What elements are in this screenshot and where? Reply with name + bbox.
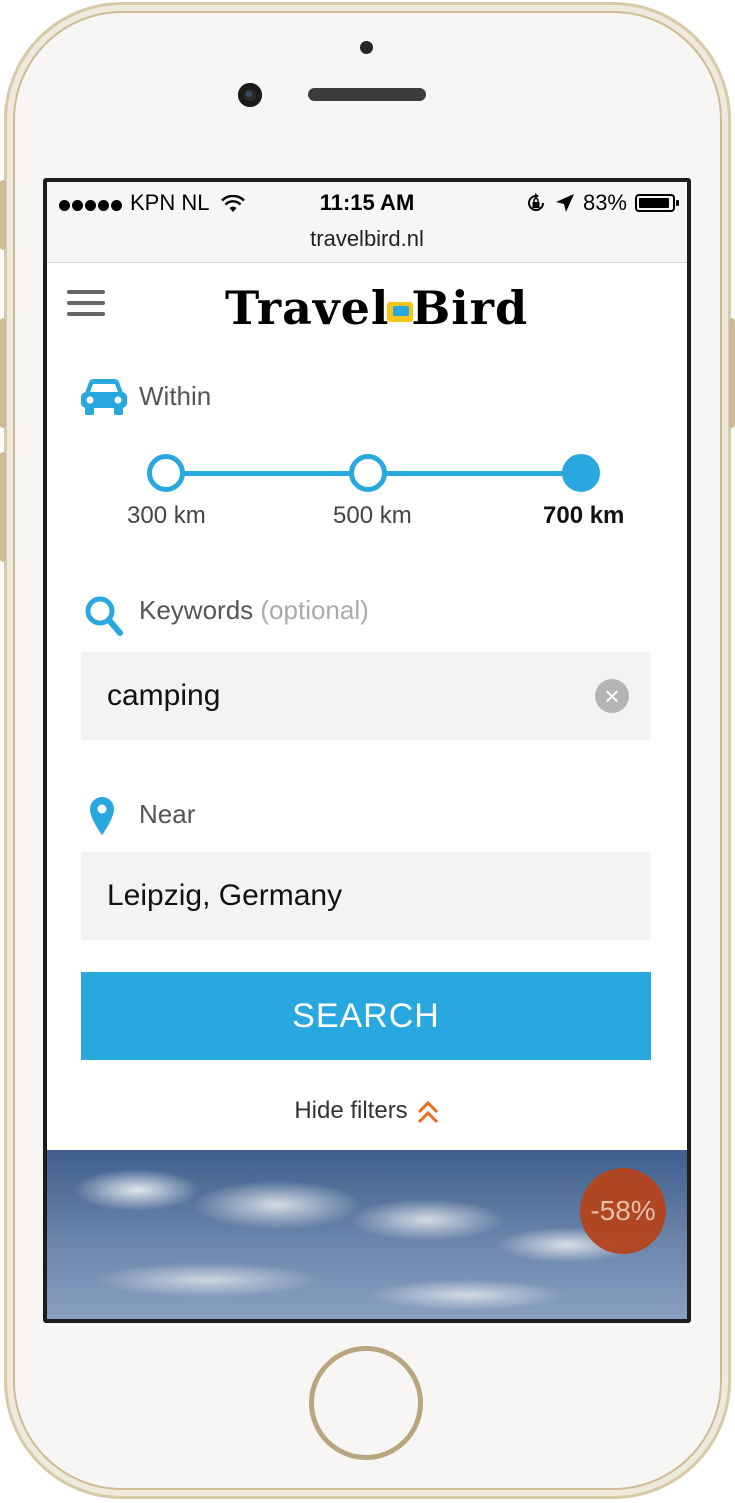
distance-slider[interactable] xyxy=(147,454,600,492)
slider-label-500[interactable]: 500 km xyxy=(333,502,412,530)
proximity-sensor xyxy=(360,41,373,54)
mute-switch xyxy=(0,180,6,250)
location-arrow-icon xyxy=(555,194,574,212)
slider-knob-300[interactable] xyxy=(147,454,185,492)
volume-up-button xyxy=(0,318,6,428)
display: KPN NL 11:15 AM 83% travelbird.nl Travel… xyxy=(47,182,687,1319)
earpiece-speaker xyxy=(308,88,426,101)
status-bar: KPN NL 11:15 AM 83% travelbird.nl xyxy=(47,182,687,263)
hamburger-menu-icon[interactable] xyxy=(67,290,105,320)
logo-text-b: B xyxy=(411,281,452,335)
near-label: Near xyxy=(139,799,196,829)
site-header: Travel Bird xyxy=(47,263,687,351)
slider-knob-500[interactable] xyxy=(349,454,387,492)
status-right: 83% xyxy=(525,190,679,216)
within-label: Within xyxy=(139,381,212,411)
slider-label-300[interactable]: 300 km xyxy=(127,502,206,530)
home-button[interactable] xyxy=(309,1346,423,1460)
clear-input-icon[interactable]: × xyxy=(595,679,629,713)
hide-filters-text: Hide filters xyxy=(294,1097,408,1124)
search-icon xyxy=(85,596,123,636)
logo-bird-mark xyxy=(387,302,414,322)
keywords-input[interactable]: camping xyxy=(81,652,651,740)
logo-text-travel: Travel xyxy=(225,281,390,335)
slider-knob-700[interactable] xyxy=(562,454,600,492)
logo-text-ird: ird xyxy=(451,281,529,335)
keywords-optional-text: (optional) xyxy=(260,595,369,625)
near-input[interactable]: Leipzig, Germany xyxy=(81,852,651,940)
car-icon xyxy=(81,379,127,415)
double-chevron-up-icon xyxy=(417,1100,438,1123)
front-camera xyxy=(238,83,262,107)
battery-percent: 83% xyxy=(582,190,627,215)
keywords-label-text: Keywords xyxy=(139,595,254,625)
power-button xyxy=(729,318,735,428)
discount-badge: -58% xyxy=(580,1168,666,1254)
search-button[interactable]: SEARCH xyxy=(81,972,651,1060)
hide-filters-link[interactable]: Hide filters xyxy=(47,1097,687,1125)
battery-icon xyxy=(635,194,679,212)
rotation-lock-icon xyxy=(527,193,544,211)
slider-label-700[interactable]: 700 km xyxy=(543,502,624,530)
volume-down-button xyxy=(0,452,6,562)
address-bar-url[interactable]: travelbird.nl xyxy=(47,226,687,252)
travelbird-logo[interactable]: Travel Bird xyxy=(225,281,528,335)
location-pin-icon xyxy=(90,797,114,835)
keywords-label: Keywords (optional) xyxy=(139,595,369,626)
